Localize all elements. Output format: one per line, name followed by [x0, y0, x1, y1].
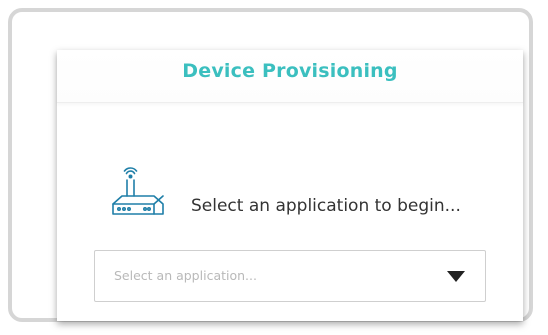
router-icon — [112, 167, 164, 215]
prompt-text: Select an application to begin... — [191, 196, 461, 216]
card-header: Device Provisioning — [57, 50, 523, 103]
outer-frame: Device Provisioning Select an applicatio… — [8, 8, 533, 322]
provisioning-card: Device Provisioning Select an applicatio… — [57, 50, 523, 321]
application-select-placeholder: Select an application... — [114, 268, 257, 283]
caret-down-icon[interactable] — [447, 271, 465, 282]
prompt-row: Select an application to begin... — [107, 166, 507, 222]
page-title: Device Provisioning — [182, 60, 398, 82]
application-select[interactable]: Select an application... — [94, 250, 486, 302]
